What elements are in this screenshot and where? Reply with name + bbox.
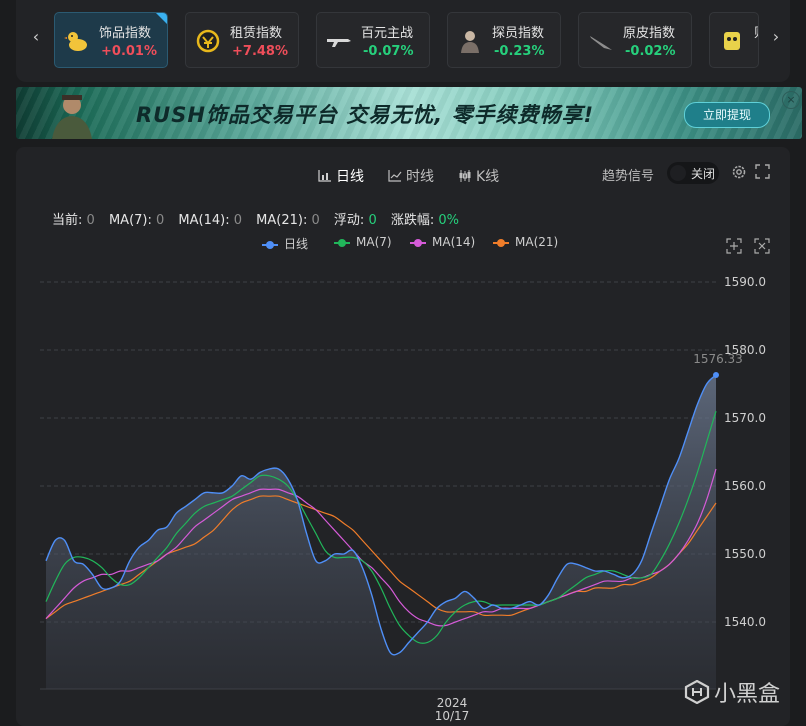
daily-area-fill: [46, 375, 716, 689]
x-axis-date-label: 10/17: [435, 709, 470, 723]
x-axis-year-label: 2024: [437, 696, 468, 710]
y-tick-label: 1570.0: [724, 411, 766, 425]
watermark-logo: 小黑盒: [684, 676, 780, 708]
watermark-text: 小黑盒: [714, 682, 781, 707]
y-tick-label: 1560.0: [724, 479, 766, 493]
last-point-marker: [713, 371, 719, 378]
y-tick-label: 1540.0: [724, 615, 766, 629]
price-chart[interactable]: 1540.01550.01560.01570.01580.01590.0 157…: [0, 0, 806, 726]
y-tick-label: 1590.0: [724, 275, 766, 289]
y-tick-label: 1550.0: [724, 547, 766, 561]
heybox-logo-icon: [684, 679, 710, 705]
last-value-label: 1576.33: [693, 352, 743, 366]
